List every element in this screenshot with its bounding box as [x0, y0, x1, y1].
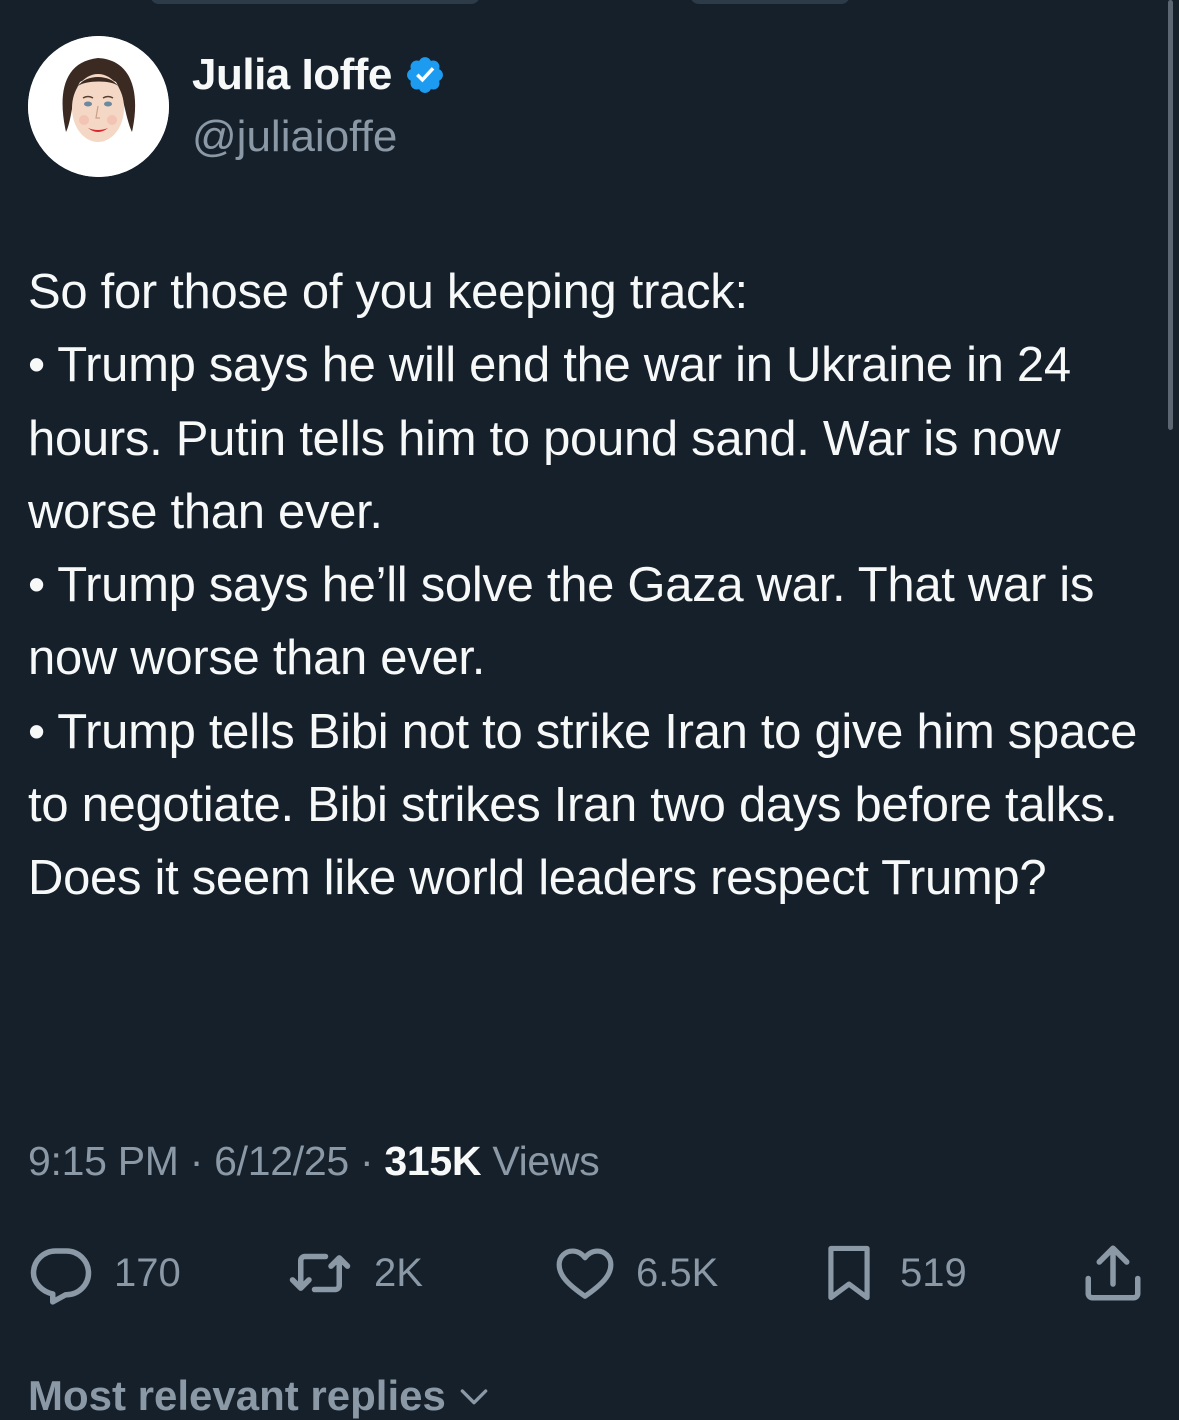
reply-icon [30, 1248, 92, 1305]
tweet-line: • Trump says he will end the war in Ukra… [28, 338, 1071, 539]
share-button[interactable] [1080, 1238, 1146, 1308]
author-name[interactable]: Julia Ioffe [192, 50, 392, 100]
avatar[interactable] [28, 36, 169, 177]
retweet-count: 2K [374, 1250, 423, 1295]
reply-button[interactable]: 170 [28, 1238, 181, 1308]
replies-sort-selector[interactable]: Most relevant replies [28, 1372, 494, 1420]
reply-count: 170 [114, 1250, 181, 1295]
bookmark-count: 519 [900, 1250, 967, 1295]
tweet-line: Does it seem like world leaders respect … [28, 851, 1047, 906]
meta-separator: · [189, 1138, 204, 1184]
share-icon [1085, 1245, 1141, 1301]
like-button[interactable]: 6.5K [554, 1238, 718, 1308]
previous-content-stub [150, 0, 480, 4]
replies-sort-label: Most relevant replies [28, 1372, 446, 1419]
tweet-text: So for those of you keeping track: • Tru… [28, 256, 1163, 916]
retweet-button[interactable]: 2K [286, 1238, 423, 1308]
author-handle[interactable]: @juliaioffe [192, 112, 397, 162]
previous-content-stub [690, 0, 850, 4]
tweet-line: • Trump says he’ll solve the Gaza war. T… [28, 558, 1095, 686]
meta-separator: · [359, 1138, 374, 1184]
bookmark-button[interactable]: 519 [818, 1238, 967, 1308]
tweet-line: So for those of you keeping track: [28, 265, 748, 319]
tweet-line: • Trump tells Bibi not to strike Iran to… [28, 704, 1138, 833]
bookmark-icon [828, 1245, 870, 1301]
author-name-row[interactable]: Julia Ioffe [192, 50, 446, 100]
avatar-illustration-icon [28, 36, 169, 177]
tweet-actions-bar: 170 2K 6.5K 519 [0, 1238, 1179, 1308]
tweet-time[interactable]: 9:15 PM [28, 1138, 179, 1184]
scrollbar[interactable] [1168, 0, 1173, 430]
views-label: Views [492, 1138, 600, 1184]
views-count: 315K [384, 1138, 482, 1184]
tweet-meta: 9:15 PM · 6/12/25 · 315K Views [28, 1138, 600, 1185]
chevron-down-icon [460, 1389, 488, 1405]
like-count: 6.5K [636, 1250, 719, 1295]
heart-icon [556, 1248, 614, 1299]
previous-content-fragment [0, 0, 1179, 8]
verified-badge-icon[interactable] [404, 54, 446, 96]
tweet-date[interactable]: 6/12/25 [214, 1138, 349, 1184]
retweet-icon [289, 1253, 351, 1293]
